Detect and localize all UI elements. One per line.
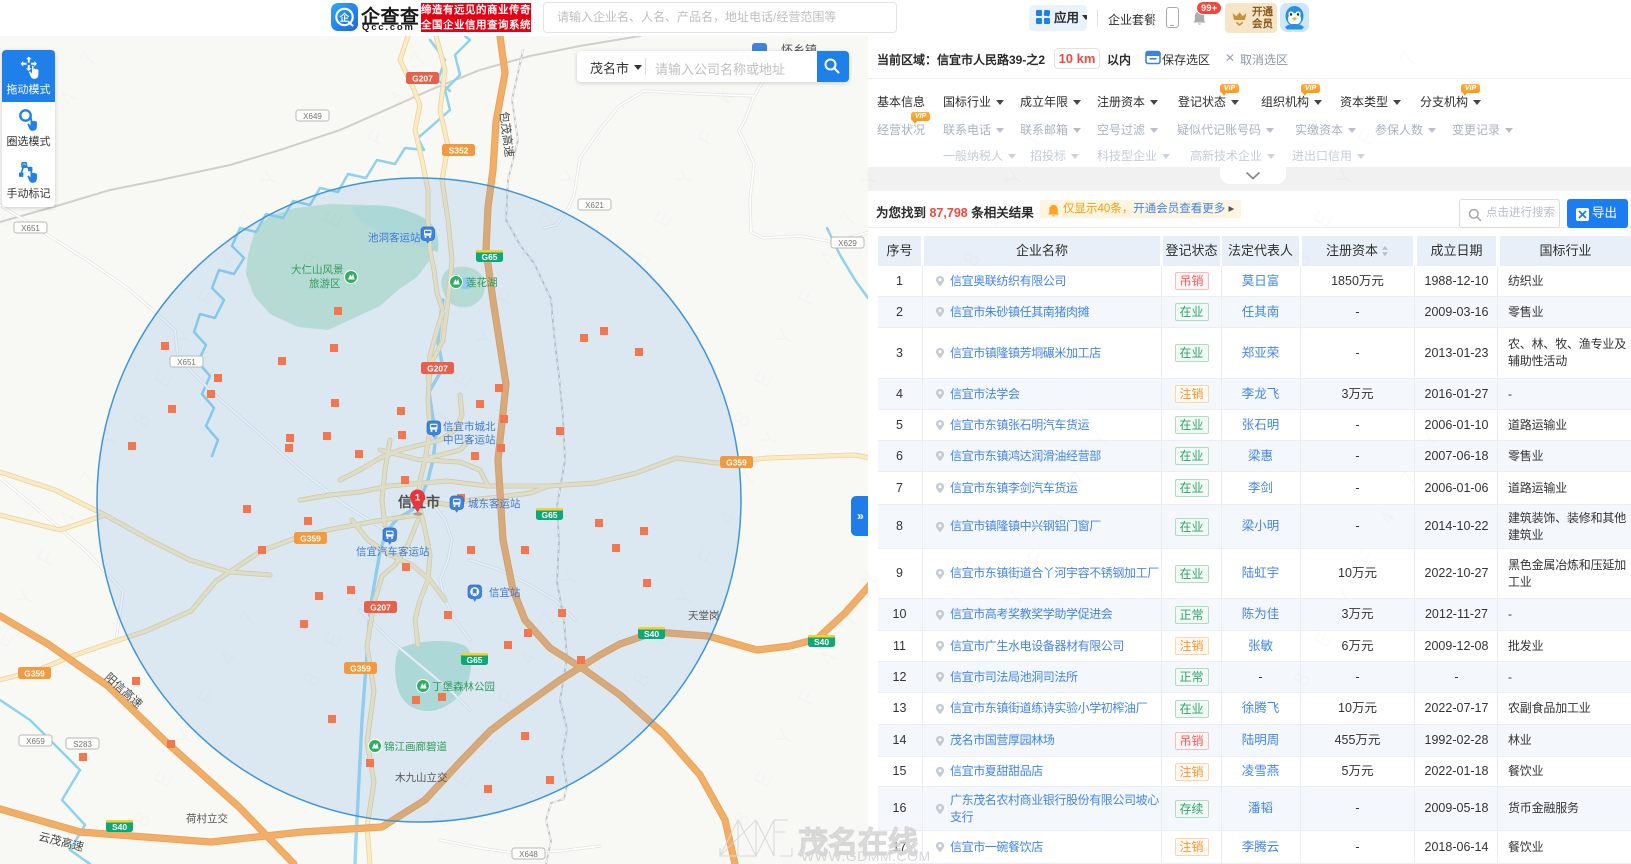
svg-text:G65: G65 [481,252,497,262]
svg-text:池洞客运站: 池洞客运站 [368,231,421,244]
svg-text:X651: X651 [21,224,40,233]
svg-text:X621: X621 [585,201,604,210]
svg-text:丁堡森林公园: 丁堡森林公园 [432,680,495,693]
svg-text:G65: G65 [541,510,557,520]
svg-text:企: 企 [339,12,350,24]
svg-text:荷村立交: 荷村立交 [186,812,228,825]
svg-text:S283: S283 [73,740,92,749]
svg-text:G359: G359 [24,669,45,679]
svg-text:莲花湖: 莲花湖 [466,276,498,289]
svg-text:木九山立交: 木九山立交 [395,771,448,784]
svg-text:S40: S40 [112,822,127,832]
svg-text:城东客运站: 城东客运站 [468,497,521,510]
svg-text:G359: G359 [300,534,321,544]
svg-text:X649: X649 [303,112,322,121]
svg-text:X659: X659 [26,737,45,746]
svg-text:G207: G207 [370,603,391,613]
svg-text:旅游区: 旅游区 [309,277,341,290]
svg-text:G359: G359 [350,664,371,674]
svg-text:G65: G65 [466,655,482,665]
svg-text:G207: G207 [427,364,448,374]
svg-text:锦江画廊碧道: 锦江画廊碧道 [384,740,447,753]
svg-text:S352: S352 [449,146,469,156]
svg-text:信宜站: 信宜站 [489,586,521,599]
svg-text:X648: X648 [519,850,538,859]
